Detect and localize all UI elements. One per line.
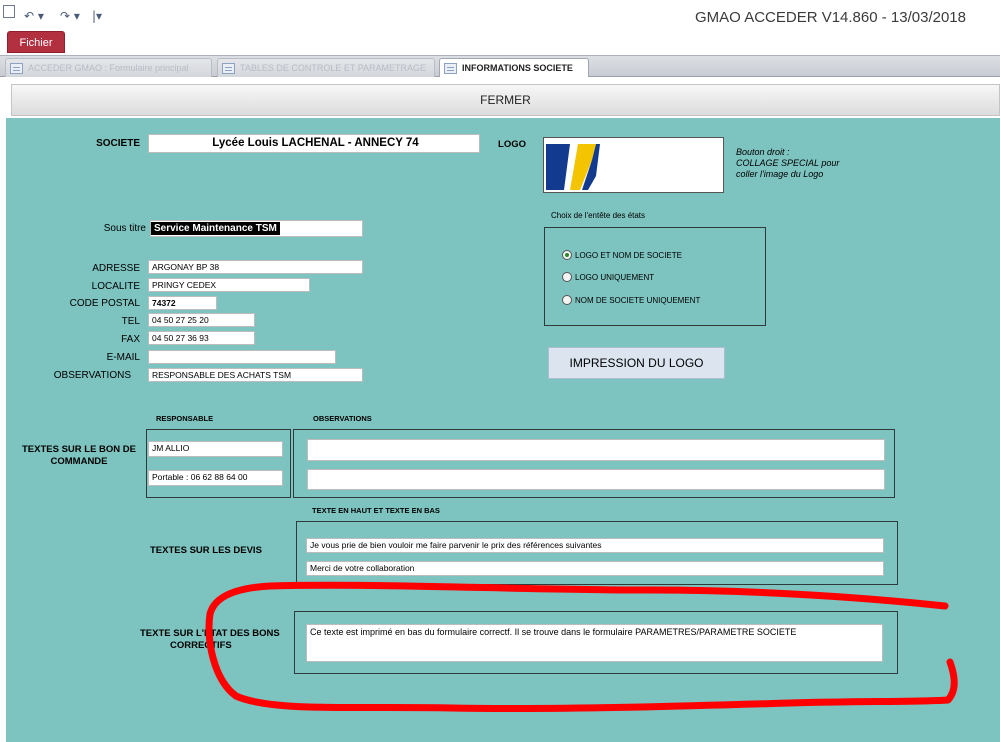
fax-field[interactable]: 04 50 27 36 93 [148,331,255,345]
undo-icon[interactable]: ↶ ▾ [24,9,44,23]
postal-code-label: CODE POSTAL [69,298,140,309]
logo-image-frame[interactable] [543,137,724,193]
tab-label: TABLES DE CONTROLE ET PARAMETRAGE [240,63,427,73]
order-observations-header: OBSERVATIONS [313,414,372,423]
tel-label: TEL [121,316,140,327]
quotes-label: TEXTES SUR LES DEVIS [150,545,262,556]
address-label: ADRESSE [92,263,140,274]
label-line: COMMANDE [50,456,108,467]
close-button[interactable]: FERMER [11,84,1000,116]
email-field[interactable] [148,350,336,364]
file-tab[interactable]: Fichier [7,31,65,53]
label-line: TEXTES SUR LE BON DE [21,444,136,455]
corrective-text-field[interactable]: Ce texte est imprimé en bas du formulair… [306,624,883,662]
responsible-field-1[interactable]: JM ALLIO [148,441,283,457]
customize-qat-icon[interactable]: |▾ [92,9,102,23]
city-label: LOCALITE [91,281,140,292]
window-icon[interactable] [3,5,15,18]
email-label: E-MAIL [106,352,140,363]
radio-logo-only[interactable]: LOGO UNIQUEMENT [562,272,654,282]
redo-icon[interactable]: ↷ ▾ [60,9,80,23]
quotes-header: TEXTE EN HAUT ET TEXTE EN BAS [312,506,440,515]
hint-line: COLLAGE SPECIAL pour [736,158,840,168]
postal-code-field[interactable]: 74372 [148,296,217,310]
tab-formulaire-principal[interactable]: ACCEDER GMAO : Formulaire principal [5,58,212,77]
radio-name-only[interactable]: NOM DE SOCIETE UNIQUEMENT [562,295,700,305]
radio-icon[interactable] [562,295,572,305]
fax-label: FAX [121,334,140,345]
subtitle-field[interactable]: Service Maintenance TSM [150,220,363,237]
form-icon [444,62,457,74]
observations-label: OBSERVATIONS [53,370,131,381]
hint-line: Bouton droit : [736,147,790,157]
radio-icon[interactable] [562,272,572,282]
form-icon [10,62,23,74]
order-observation-field-1[interactable] [307,439,885,461]
corrective-texts-label: TEXTE SUR L'ETAT DES BONS CORRECTIFS [140,628,290,652]
print-logo-button[interactable]: IMPRESSION DU LOGO [548,347,725,379]
subtitle-label: Sous titre [103,223,146,234]
quotes-top-text-field[interactable]: Je vous prie de bien vouloir me faire pa… [306,538,884,553]
radio-label: LOGO UNIQUEMENT [575,272,655,282]
ribbon-band [0,30,1000,54]
subtitle-selected-text: Service Maintenance TSM [151,222,280,235]
form-icon [222,62,235,74]
hint-line: coller l'image du Logo [736,169,824,179]
tab-label: INFORMATIONS SOCIETE [462,63,573,73]
header-choice-label: Choix de l'entête des états [551,211,646,220]
radio-label: NOM DE SOCIETE UNIQUEMENT [575,295,701,305]
logo-paste-hint: Bouton droit : COLLAGE SPECIAL pour coll… [736,147,839,180]
order-texts-label: TEXTES SUR LE BON DE COMMANDE [20,444,138,468]
tab-label: ACCEDER GMAO : Formulaire principal [28,63,189,73]
observations-field[interactable]: RESPONSABLE DES ACHATS TSM [148,368,363,382]
tab-tables-controle[interactable]: TABLES DE CONTROLE ET PARAMETRAGE [217,58,435,77]
label-line: CORRECTIFS [170,640,232,651]
company-logo-image [546,144,600,190]
tel-field[interactable]: 04 50 27 25 20 [148,313,255,327]
radio-selected-icon[interactable] [562,250,572,260]
responsible-group [146,429,291,498]
logo-label: LOGO [498,139,526,150]
label-line: TEXTE SUR L'ETAT DES BONS [140,628,280,639]
company-name-field[interactable]: Lycée Louis LACHENAL - ANNECY 74 [148,134,480,153]
responsible-header: RESPONSABLE [156,414,214,423]
responsible-field-2[interactable]: Portable : 06 62 88 64 00 [148,470,283,486]
app-title: GMAO ACCEDER V14.860 - 13/03/2018 [695,9,966,26]
order-observation-field-2[interactable] [307,469,885,490]
address-field[interactable]: ARGONAY BP 38 [148,260,363,274]
radio-logo-and-name[interactable]: LOGO ET NOM DE SOCIETE [562,250,682,260]
tab-informations-societe[interactable]: INFORMATIONS SOCIETE [439,58,589,77]
company-label: SOCIETE [96,138,140,149]
quotes-bottom-text-field[interactable]: Merci de votre collaboration [306,561,884,576]
city-field[interactable]: PRINGY CEDEX [148,278,310,292]
radio-label: LOGO ET NOM DE SOCIETE [575,250,682,260]
